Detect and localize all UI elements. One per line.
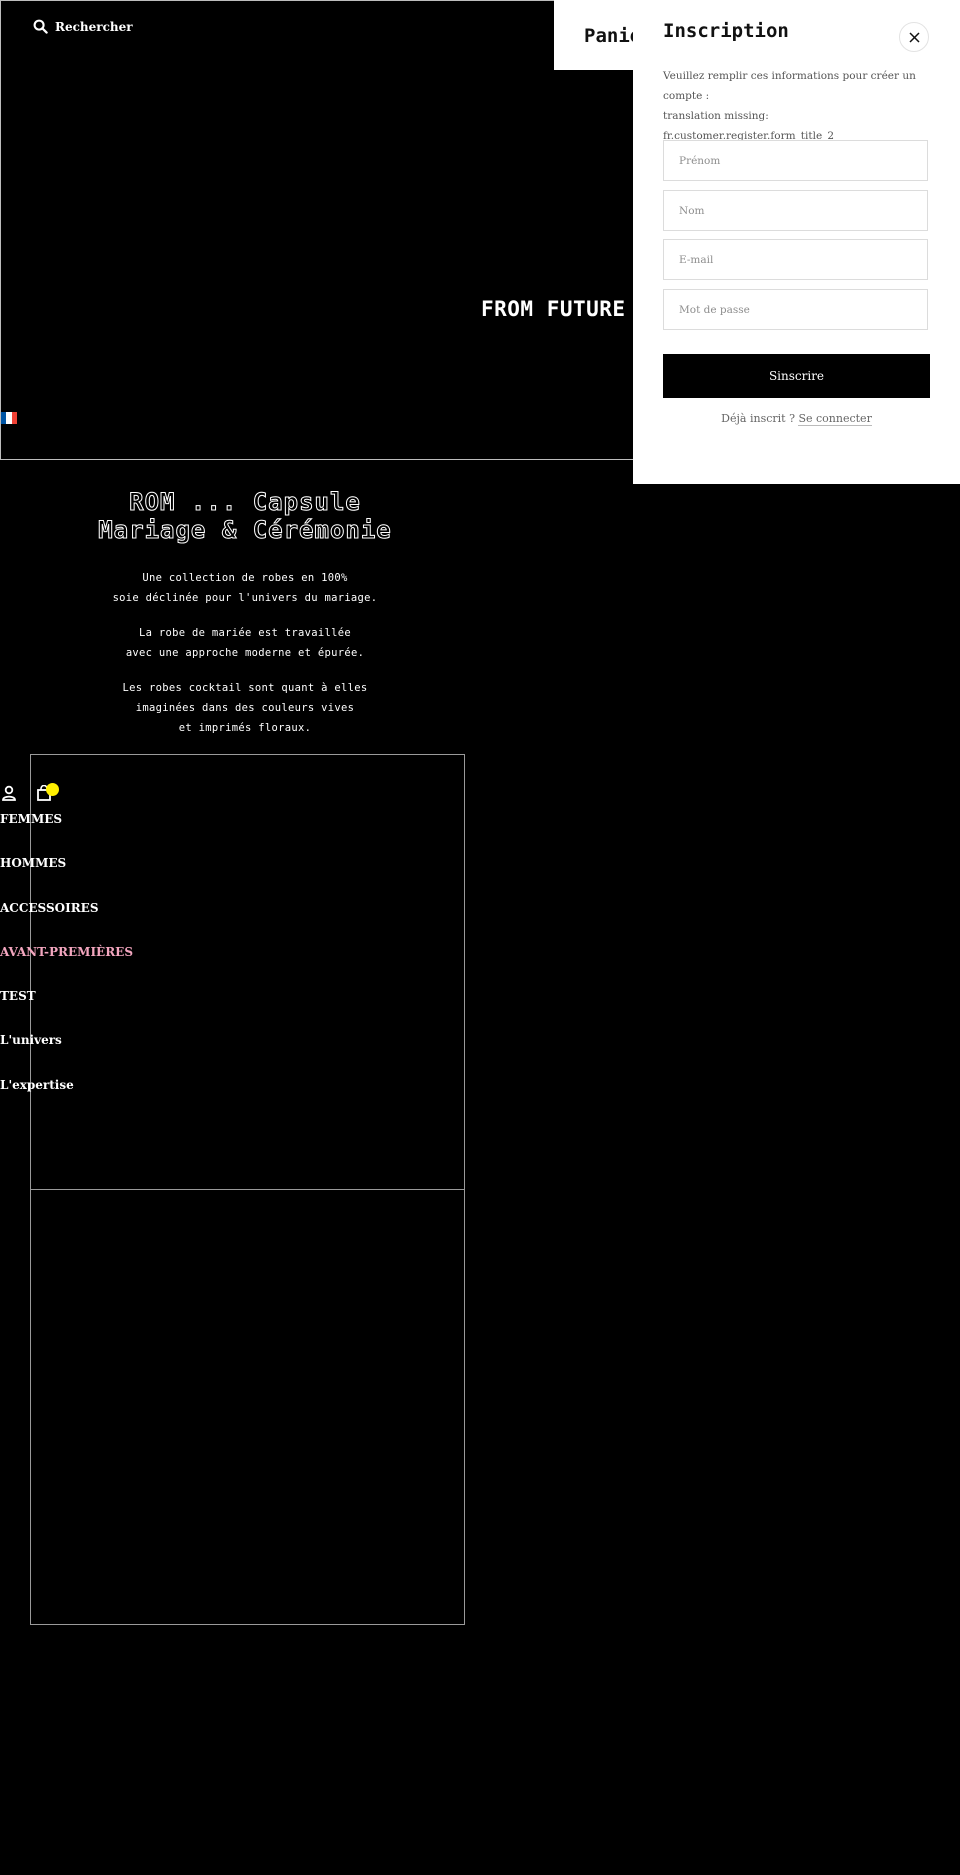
search-icon: [33, 19, 48, 34]
cart-panel: Panie: [554, 0, 644, 70]
close-icon: [908, 31, 920, 43]
nav-item-hommes[interactable]: HOMMES: [0, 856, 133, 900]
nav-item-univers[interactable]: L'univers: [0, 1033, 133, 1077]
product-image-box[interactable]: [30, 1189, 465, 1625]
nav-item-avant-premieres[interactable]: AVANT-PREMIÈRES: [0, 945, 133, 989]
login-prompt: Déjà inscrit ? Se connecter: [663, 412, 930, 426]
search-button[interactable]: Rechercher: [33, 19, 133, 34]
intro-paragraph: Une collection de robes en 100% soie déc…: [112, 572, 378, 604]
intro-heading: ROM ... Capsule Mariage & Cérémonie: [60, 488, 430, 545]
search-label: Rechercher: [55, 19, 133, 34]
intro-heading-line1: ROM ... Capsule: [129, 488, 361, 517]
intro-paragraph: La robe de mariée est travaillée avec un…: [125, 627, 365, 659]
nav-item-expertise[interactable]: L'expertise: [0, 1078, 133, 1122]
login-prompt-text: Déjà inscrit ?: [721, 412, 795, 425]
nav-item-test[interactable]: TEST: [0, 989, 133, 1033]
last-name-field[interactable]: [663, 190, 928, 231]
account-icon[interactable]: [1, 785, 17, 801]
language-selector[interactable]: [1, 412, 17, 424]
register-description: Veuillez remplir ces informations pour c…: [663, 66, 938, 146]
register-description-line1: Veuillez remplir ces informations pour c…: [663, 70, 916, 102]
register-submit-button[interactable]: Sinscrire: [663, 354, 930, 398]
register-drawer: Inscription Veuillez remplir ces informa…: [633, 0, 960, 484]
intro-paragraph: Les robes cocktail sont quant à elles im…: [122, 682, 368, 734]
header-icons: [0, 783, 60, 807]
intro-section: ROM ... Capsule Mariage & Cérémonie Une …: [60, 488, 430, 753]
main-nav: FEMMES HOMMES ACCESSOIRES AVANT-PREMIÈRE…: [0, 812, 133, 1122]
hero-banner: Rechercher FROM FUTURE: [0, 0, 638, 460]
cart-count-badge: [46, 783, 59, 796]
password-field[interactable]: [663, 289, 928, 330]
nav-item-femmes[interactable]: FEMMES: [0, 812, 133, 856]
hero-title: FROM FUTURE: [481, 297, 626, 321]
register-description-line2: translation missing: fr.customer.registe…: [663, 110, 835, 142]
register-title: Inscription: [663, 20, 789, 42]
login-link[interactable]: Se connecter: [798, 412, 872, 426]
intro-heading-line2: Mariage & Cérémonie: [98, 516, 392, 545]
first-name-field[interactable]: [663, 140, 928, 181]
nav-item-accessoires[interactable]: ACCESSOIRES: [0, 901, 133, 945]
email-field[interactable]: [663, 239, 928, 280]
close-button[interactable]: [899, 22, 929, 52]
